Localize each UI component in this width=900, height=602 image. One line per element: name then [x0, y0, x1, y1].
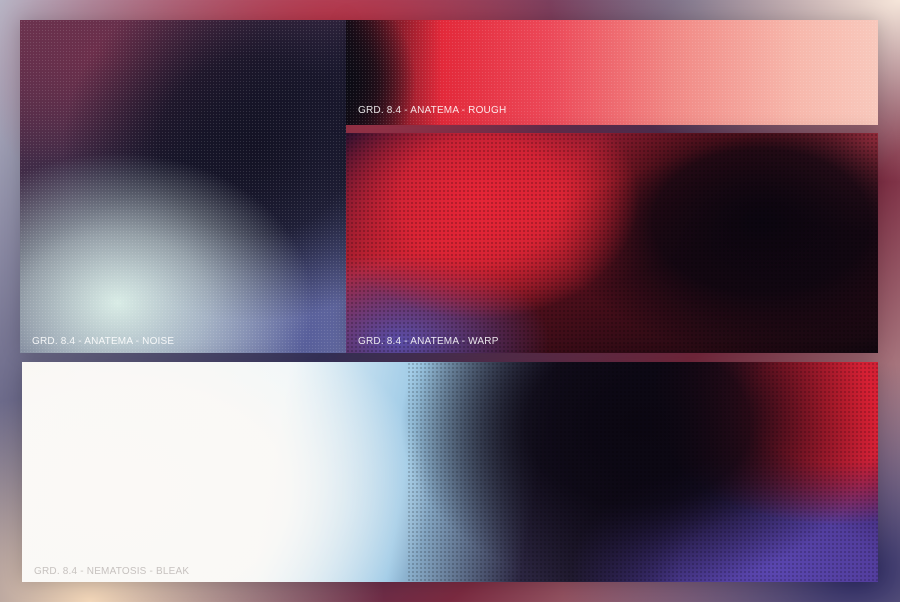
halftone-texture: [407, 362, 878, 582]
swatch-label: GRD. 8.4 - ANATEMA - ROUGH: [358, 105, 507, 116]
gradient-swatch-bleak: GRD. 8.4 - NEMATOSIS - BLEAK: [22, 362, 878, 582]
gradient-swatch-rough: GRD. 8.4 - ANATEMA - ROUGH: [346, 20, 878, 125]
swatch-label: GRD. 8.4 - NEMATOSIS - BLEAK: [34, 566, 190, 577]
gradient-swatch-warp: GRD. 8.4 - ANATEMA - WARP: [346, 133, 878, 353]
swatch-label: GRD. 8.4 - ANATEMA - NOISE: [32, 336, 175, 347]
gradient-swatch-noise: GRD. 8.4 - ANATEMA - NOISE: [20, 20, 346, 353]
grain-texture: [20, 20, 346, 353]
halftone-texture: [346, 133, 878, 353]
swatch-label: GRD. 8.4 - ANATEMA - WARP: [358, 336, 499, 347]
